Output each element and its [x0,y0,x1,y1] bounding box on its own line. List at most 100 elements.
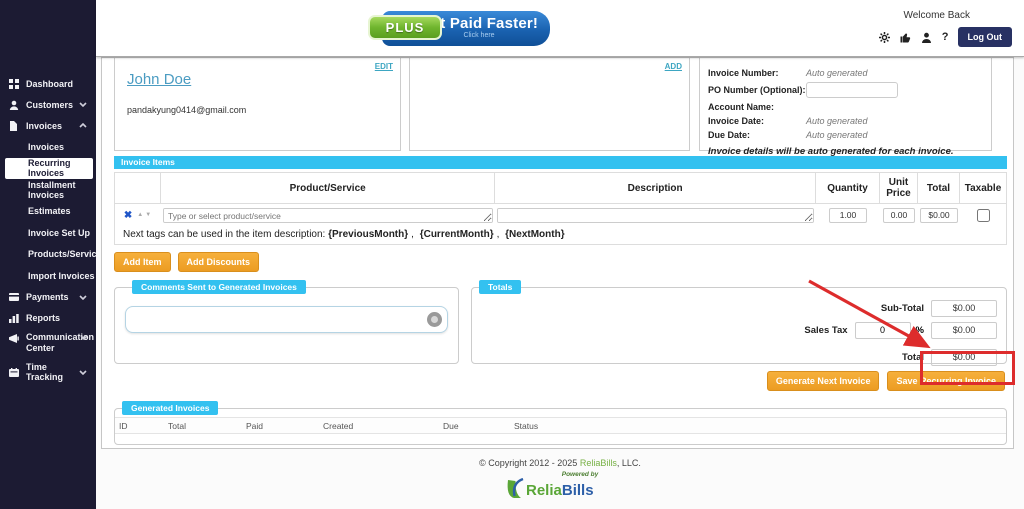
customer-email: pandakyung0414@gmail.com [127,105,246,115]
auto-generated-note: Invoice details will be auto generated f… [708,146,983,157]
chevron-up-icon [79,123,87,128]
sidebar-item-communication-center[interactable]: Communication Center [0,329,96,362]
chevron-down-icon [80,335,88,340]
col-id: ID [115,421,164,431]
chevron-down-icon [79,295,87,300]
customer-name-link[interactable]: John Doe [127,71,191,88]
move-up-icon[interactable]: ▲ [137,212,143,218]
edit-customer-link[interactable]: EDIT [375,62,393,71]
reliabills-logo: ReliaBills [96,478,1024,500]
tags-note: Next tags can be used in the item descri… [115,226,1006,244]
sidebar: Dashboard Customers Invoices Invoices Re… [0,0,96,509]
total-column-header: Total [918,173,960,203]
add-item-button[interactable]: Add Item [114,252,171,272]
sidebar-item-import-invoices[interactable]: Import Invoices [0,265,96,287]
sidebar-item-recurring-invoices[interactable]: Recurring Invoices [5,158,93,180]
due-date-value: Auto generated [806,130,868,140]
top-header: Get Paid Faster! Click here PLUS Welcome… [96,0,1024,57]
delete-row-icon[interactable]: ✖ [124,210,132,221]
add-link[interactable]: ADD [665,62,682,71]
save-recurring-invoice-button[interactable]: Save Recurring Invoice [887,371,1005,391]
time-tracking-icon [9,367,20,378]
generated-invoices-header: ID Total Paid Created Due Status [115,417,1006,434]
col-status: Status [510,421,1006,431]
description-column-header: Description [495,173,816,203]
invoice-items-section-title: Invoice Items [114,156,1007,169]
items-table-header: Product/Service Description Quantity Uni… [115,173,1006,204]
sales-tax-value: $0.00 [931,322,997,339]
move-down-icon[interactable]: ▼ [145,212,151,218]
chevron-down-icon [79,102,87,107]
tags-note-prefix: Next tags can be used in the item descri… [123,229,325,240]
reliabills-link[interactable]: ReliaBills [580,458,617,468]
generate-next-invoice-button[interactable]: Generate Next Invoice [767,371,880,391]
tag-previous-month: {PreviousMonth} [328,229,408,240]
logout-button[interactable]: Log Out [958,27,1013,47]
chevron-down-icon [79,370,87,375]
user-icon[interactable] [921,31,933,43]
controls-column-header [115,173,161,203]
sidebar-label: Invoices [28,142,64,152]
description-input[interactable] [497,208,814,223]
sidebar-label: Import Invoices [28,271,95,281]
thumbs-up-icon[interactable] [900,31,912,43]
svg-text:ReliaBills: ReliaBills [526,482,594,499]
subtotal-label: Sub-Total [881,303,924,314]
sidebar-label: Estimates [28,206,71,216]
totals-section-title: Totals [479,280,521,294]
sidebar-item-customers[interactable]: Customers [0,94,96,115]
main-content: EDIT John Doe pandakyung0414@gmail.com A… [96,58,1024,509]
taxable-checkbox[interactable] [977,209,990,222]
po-number-input[interactable] [806,82,898,98]
invoice-date-value: Auto generated [806,116,868,126]
taxable-column-header: Taxable [960,173,1006,203]
sidebar-label: Payments [26,292,69,302]
sidebar-item-products-services[interactable]: Products/Services [0,244,96,266]
generated-invoices-title: Generated Invoices [122,401,218,415]
po-number-label: PO Number (Optional): [708,85,806,95]
sidebar-label: Time Tracking [26,362,79,382]
sales-tax-label: Sales Tax [804,325,847,336]
col-total: Total [164,421,242,431]
communication-icon [9,333,20,344]
plus-badge: PLUS [368,15,442,40]
comments-section: Comments Sent to Generated Invoices [114,280,459,364]
sidebar-item-payments[interactable]: Payments [0,287,96,308]
sidebar-label: Invoices [26,121,62,131]
sidebar-item-invoices-sub[interactable]: Invoices [0,136,96,158]
account-name-label: Account Name: [708,102,806,112]
sidebar-item-invoice-set-up[interactable]: Invoice Set Up [0,222,96,244]
sidebar-label: Installment Invoices [28,180,96,200]
sidebar-item-time-tracking[interactable]: Time Tracking [0,362,96,383]
sidebar-item-invoices[interactable]: Invoices [0,115,96,136]
get-paid-faster-banner[interactable]: Get Paid Faster! Click here PLUS [368,10,553,47]
customers-icon [9,99,20,110]
shipping-card: ADD [409,57,690,151]
sidebar-item-dashboard[interactable]: Dashboard [0,73,96,94]
gear-icon[interactable] [879,31,891,43]
add-discounts-button[interactable]: Add Discounts [178,252,260,272]
emoji-icon[interactable] [427,312,442,327]
tag-next-month: {NextMonth} [505,229,564,240]
subtotal-value: $0.00 [931,300,997,317]
welcome-text: Welcome Back [879,10,970,21]
total-value: $0.00 [931,349,997,366]
percent-sign: % [916,325,924,336]
sidebar-item-estimates[interactable]: Estimates [0,201,96,223]
sales-tax-rate-input[interactable] [855,322,911,339]
recurring-invoice-panel: EDIT John Doe pandakyung0414@gmail.com A… [101,57,1014,449]
product-column-header: Product/Service [161,173,495,203]
sidebar-item-installment-invoices[interactable]: Installment Invoices [0,179,96,201]
sidebar-item-reports[interactable]: Reports [0,308,96,329]
invoice-date-label: Invoice Date: [708,116,806,126]
sidebar-label: Communication Center [26,332,80,355]
unit-price-input[interactable] [883,208,915,223]
reports-icon [9,313,20,324]
product-service-input[interactable] [163,208,493,223]
help-icon[interactable]: ? [942,31,949,43]
due-date-label: Due Date: [708,130,806,140]
comments-input[interactable] [125,306,448,333]
copyright-text: © Copyright 2012 - 2025 ReliaBills, LLC. [96,458,1024,468]
quantity-input[interactable] [829,208,867,223]
item-row: ✖ ▲ ▼ $0.00 [115,204,1006,226]
